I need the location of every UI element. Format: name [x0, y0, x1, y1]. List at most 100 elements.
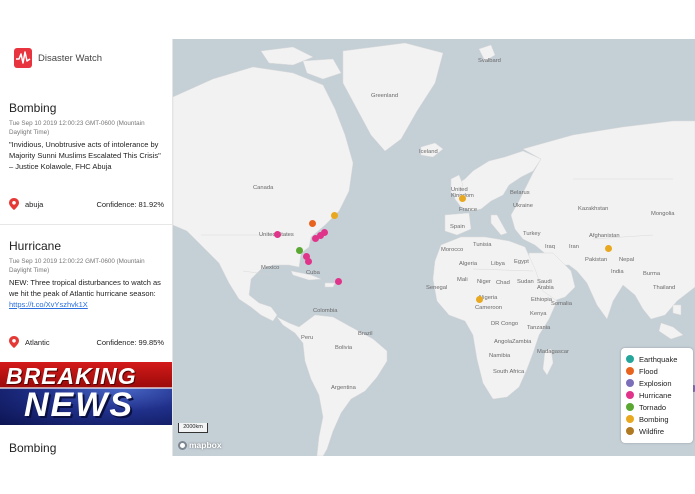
map-marker-tornado[interactable]: [296, 247, 303, 254]
event-title: Bombing: [9, 101, 57, 115]
location-pin-icon: [9, 336, 19, 348]
map-label: Nepal: [619, 257, 635, 263]
event-meta: Atlantic Confidence: 99.85%: [0, 335, 172, 349]
map-marker-hurricane[interactable]: [312, 235, 319, 242]
news-text: NEWS: [24, 386, 134, 424]
mapbox-logo-icon: [178, 440, 187, 450]
map-label: United Kingdom: [451, 187, 474, 199]
event-card[interactable]: Bombing Tue Sep 10 2019 12:00:23 GMT-060…: [0, 101, 172, 172]
location-pin-icon: [9, 198, 19, 210]
legend-dot: [626, 391, 634, 399]
legend-item: Bombing: [626, 413, 688, 425]
map-label: Sudan: [517, 279, 534, 285]
map-label: Greenland: [371, 93, 399, 99]
legend-label: Explosion: [639, 378, 672, 388]
map-marker-hurricane[interactable]: [305, 258, 312, 265]
map-label: Tunisia: [473, 242, 492, 248]
map-label: South Africa: [493, 369, 525, 375]
legend-item: Flood: [626, 365, 688, 377]
map-label: Kenya: [530, 311, 547, 317]
map-label: Argentina: [331, 385, 356, 391]
legend-dot: [626, 415, 634, 423]
map-label: Libya: [491, 261, 505, 267]
legend-dot: [626, 379, 634, 387]
map-label: Iran: [569, 244, 579, 250]
map-label: Spain: [450, 224, 465, 230]
map-marker-bombing[interactable]: [331, 212, 338, 219]
breaking-news-image: BREAKING NEWS: [0, 362, 172, 425]
map-label: Algeria: [459, 261, 478, 267]
event-link[interactable]: https://t.co/XvYszhvk1X: [9, 300, 88, 309]
map-label: France: [459, 207, 478, 213]
app-window: Disaster Watch Bombing Tue Sep 10 2019 1…: [0, 0, 695, 494]
event-confidence: Confidence: 99.85%: [96, 337, 164, 347]
map-label: Mexico: [261, 265, 280, 271]
map-label: Madagascar: [537, 349, 569, 355]
map-label: Mali: [457, 277, 468, 283]
map-label: Bolivia: [335, 345, 353, 351]
map-label: Namibia: [489, 353, 511, 359]
top-margin: [0, 0, 695, 39]
event-title: Bombing: [9, 441, 57, 455]
map-label: Svalbard: [478, 58, 501, 64]
map-label: Egypt: [514, 259, 529, 265]
world-map[interactable]: Svalbard Greenland Iceland Canada United…: [173, 39, 695, 456]
map-label: India: [611, 269, 624, 275]
disaster-watch-logo-icon: [14, 48, 32, 68]
map-label: Tanzania: [527, 325, 551, 331]
event-text-body: NEW: Three tropical disturbances to watc…: [9, 278, 161, 298]
map-label: Canada: [253, 185, 274, 191]
map-label: Morocco: [441, 247, 464, 253]
legend-dot: [626, 367, 634, 375]
map-label: Senegal: [426, 285, 448, 291]
sidebar: Disaster Watch Bombing Tue Sep 10 2019 1…: [0, 39, 173, 456]
legend-dot: [626, 427, 634, 435]
map-label: Kazakhstan: [578, 206, 609, 212]
map-label: Peru: [301, 335, 314, 341]
map-label: Afghanistan: [589, 233, 620, 239]
legend-item: Hurricane: [626, 389, 688, 401]
map-marker-hurricane[interactable]: [335, 278, 342, 285]
map-label: Turkey: [523, 231, 541, 237]
legend-dot: [626, 403, 634, 411]
event-timestamp: Tue Sep 10 2019 12:00:23 GMT-0600 (Mount…: [9, 120, 145, 136]
legend-item: Wildfire: [626, 425, 688, 437]
map-label: Colombia: [313, 308, 338, 314]
legend-item: Earthquake: [626, 353, 688, 365]
event-card[interactable]: Bombing: [0, 441, 172, 455]
legend-label: Hurricane: [639, 390, 672, 400]
mapbox-text: mapbox: [189, 440, 222, 450]
event-timestamp: Tue Sep 10 2019 12:00:22 GMT-0600 (Mount…: [9, 258, 145, 274]
map-label: Niger: [477, 279, 491, 285]
map-scale-bar: 2000km: [178, 423, 208, 433]
map-label: Cuba: [306, 270, 320, 276]
legend-label: Tornado: [639, 402, 667, 412]
mapbox-attribution[interactable]: mapbox: [178, 439, 222, 451]
map-label: Saudi Arabia: [537, 279, 554, 291]
legend-label: Wildfire: [639, 426, 665, 436]
map-marker-bombing[interactable]: [476, 296, 483, 303]
map-label: Iraq: [545, 244, 555, 250]
map-marker-hurricane[interactable]: [321, 229, 328, 236]
map-label: Pakistan: [585, 257, 608, 263]
map-label: Belarus: [510, 190, 530, 196]
map-label: DR Congo: [491, 321, 519, 327]
brand-header[interactable]: Disaster Watch: [14, 47, 102, 69]
event-card[interactable]: Hurricane Tue Sep 10 2019 12:00:22 GMT-0…: [0, 239, 172, 310]
event-confidence: Confidence: 81.92%: [96, 199, 164, 209]
map-label: Cameroon: [475, 305, 503, 311]
map-marker-bombing[interactable]: [605, 245, 612, 252]
card-divider: [0, 224, 172, 225]
map-label: Mongolia: [651, 211, 675, 217]
map-marker-bombing[interactable]: [459, 195, 466, 202]
legend-label: Earthquake: [639, 354, 678, 364]
legend-item: Explosion: [626, 377, 688, 389]
map-label: Burma: [643, 271, 661, 277]
event-text: "Invidious, Unobtrusive acts of intolera…: [9, 140, 161, 171]
map-marker-hurricane[interactable]: [274, 231, 281, 238]
event-location: Atlantic: [25, 337, 50, 347]
map-label: Brazil: [358, 331, 373, 337]
map-basemap: [173, 42, 695, 456]
map-label: Somalia: [551, 301, 572, 307]
map-marker-flood[interactable]: [309, 220, 316, 227]
